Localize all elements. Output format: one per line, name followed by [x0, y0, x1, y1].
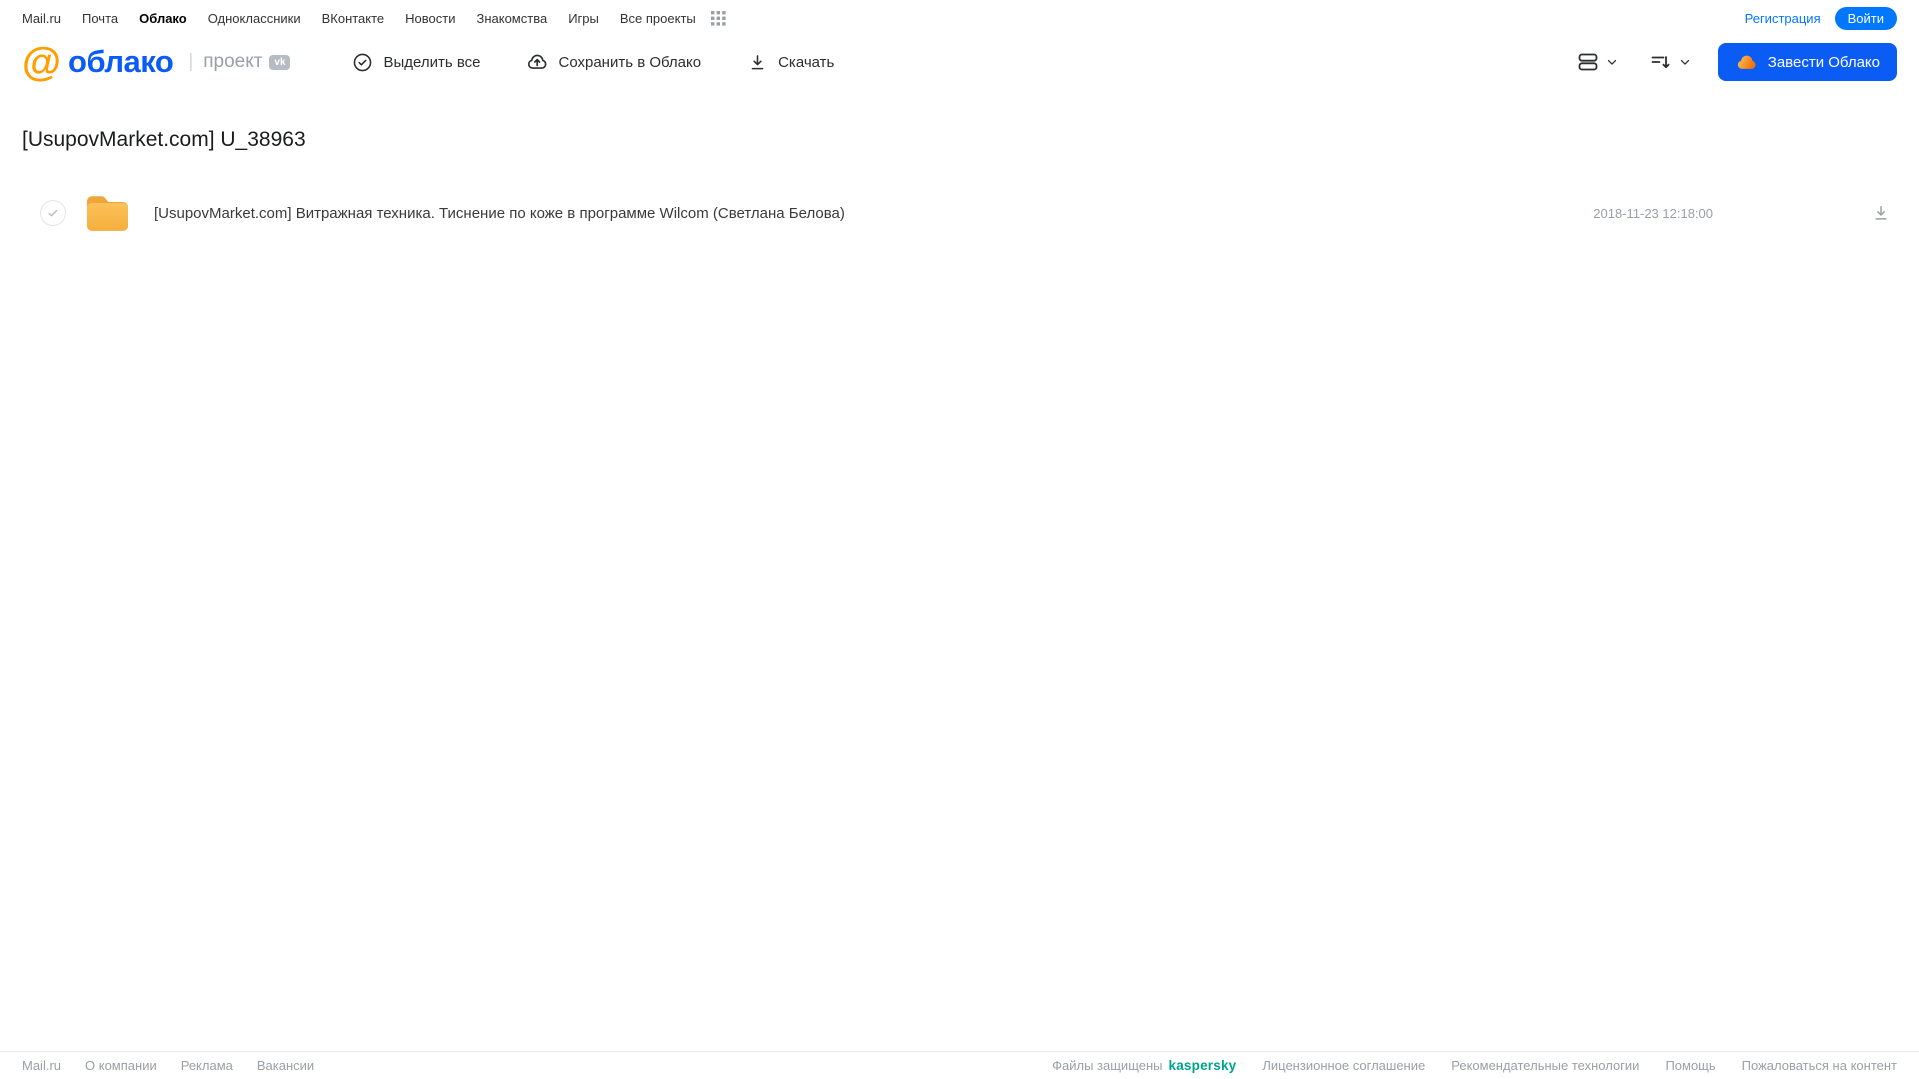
- top-nav-bar: Mail.ru Почта Облако Одноклассники ВКонт…: [0, 0, 1919, 30]
- nav-link-oblako[interactable]: Облако: [139, 11, 187, 26]
- footer-link-license[interactable]: Лицензионное соглашение: [1262, 1058, 1425, 1073]
- kaspersky-logo[interactable]: kaspersky: [1169, 1058, 1237, 1073]
- check-circle-icon: [352, 52, 373, 73]
- nav-link-odnoklassniki[interactable]: Одноклассники: [208, 11, 301, 26]
- footer-right-links: Файлы защищены kaspersky Лицензионное со…: [1052, 1058, 1897, 1073]
- save-to-cloud-button[interactable]: Сохранить в Облако: [526, 51, 701, 73]
- file-name-link[interactable]: [UsupovMarket.com] Витражная техника. Ти…: [154, 205, 845, 222]
- file-row[interactable]: [UsupovMarket.com] Витражная техника. Ти…: [0, 189, 1919, 237]
- logo-text: облако: [68, 44, 174, 79]
- file-download-icon[interactable]: [1871, 203, 1891, 223]
- create-cloud-label: Завести Облако: [1767, 53, 1880, 71]
- kaspersky-protection: Файлы защищены kaspersky: [1052, 1058, 1236, 1073]
- check-icon: [46, 206, 60, 220]
- sort-dropdown[interactable]: [1649, 50, 1692, 74]
- all-projects-grid-icon[interactable]: [710, 10, 726, 26]
- orange-cloud-icon: [1735, 51, 1758, 74]
- footer-bar: Mail.ru О компании Реклама Вакансии Файл…: [0, 1051, 1919, 1079]
- nav-link-vse-proekty[interactable]: Все проекты: [620, 11, 696, 26]
- create-cloud-button[interactable]: Завести Облако: [1717, 43, 1897, 81]
- footer-link-help[interactable]: Помощь: [1665, 1058, 1715, 1073]
- folder-icon: [87, 195, 128, 231]
- header-right-controls: Завести Облако: [1546, 43, 1897, 81]
- vk-badge-icon: vk: [269, 54, 291, 70]
- download-button[interactable]: Скачать: [747, 52, 834, 73]
- nav-link-mailru[interactable]: Mail.ru: [22, 11, 61, 26]
- file-date: 2018-11-23 12:18:00: [1593, 205, 1713, 221]
- footer-link-about[interactable]: О компании: [85, 1058, 157, 1073]
- nav-link-pochta[interactable]: Почта: [82, 11, 118, 26]
- chevron-down-icon: [1678, 55, 1692, 69]
- cloud-logo[interactable]: @ облако | проект vk: [22, 40, 291, 84]
- download-icon: [747, 52, 768, 73]
- view-mode-icon: [1576, 50, 1600, 74]
- nav-link-novosti[interactable]: Новости: [405, 11, 455, 26]
- nav-link-vkontakte[interactable]: ВКонтакте: [322, 11, 385, 26]
- download-label: Скачать: [778, 53, 835, 71]
- protected-text: Файлы защищены: [1052, 1058, 1163, 1073]
- header-bar: @ облако | проект vk Выделить все Сохран…: [0, 32, 1919, 92]
- save-to-cloud-label: Сохранить в Облако: [558, 53, 702, 71]
- nav-link-igry[interactable]: Игры: [568, 11, 599, 26]
- footer-link-recommendations[interactable]: Рекомендательные технологии: [1451, 1058, 1639, 1073]
- mailru-at-icon: @: [22, 40, 62, 84]
- view-mode-dropdown[interactable]: [1576, 50, 1619, 74]
- registration-link[interactable]: Регистрация: [1745, 11, 1821, 26]
- auth-area: Регистрация Войти: [1745, 6, 1897, 30]
- footer-link-jobs[interactable]: Вакансии: [257, 1058, 314, 1073]
- cloud-upload-icon: [526, 51, 548, 73]
- project-label: проект: [203, 51, 263, 72]
- select-all-button[interactable]: Выделить все: [352, 52, 480, 73]
- actions-toolbar: Выделить все Сохранить в Облако Скачать: [352, 51, 834, 73]
- select-all-label: Выделить все: [383, 53, 481, 71]
- chevron-down-icon: [1605, 55, 1619, 69]
- login-button[interactable]: Войти: [1834, 6, 1897, 30]
- footer-link-report[interactable]: Пожаловаться на контент: [1742, 1058, 1897, 1073]
- footer-link-mailru[interactable]: Mail.ru: [22, 1058, 61, 1073]
- footer-left-links: Mail.ru О компании Реклама Вакансии: [22, 1058, 314, 1073]
- portal-links: Mail.ru Почта Облако Одноклассники ВКонт…: [22, 10, 726, 26]
- page-title: [UsupovMarket.com] U_38963: [22, 128, 306, 151]
- footer-link-ads[interactable]: Реклама: [181, 1058, 233, 1073]
- nav-link-znakomstva[interactable]: Знакомства: [476, 11, 547, 26]
- file-checkbox[interactable]: [40, 200, 66, 226]
- logo-divider: |: [188, 51, 194, 72]
- sort-icon: [1649, 50, 1673, 74]
